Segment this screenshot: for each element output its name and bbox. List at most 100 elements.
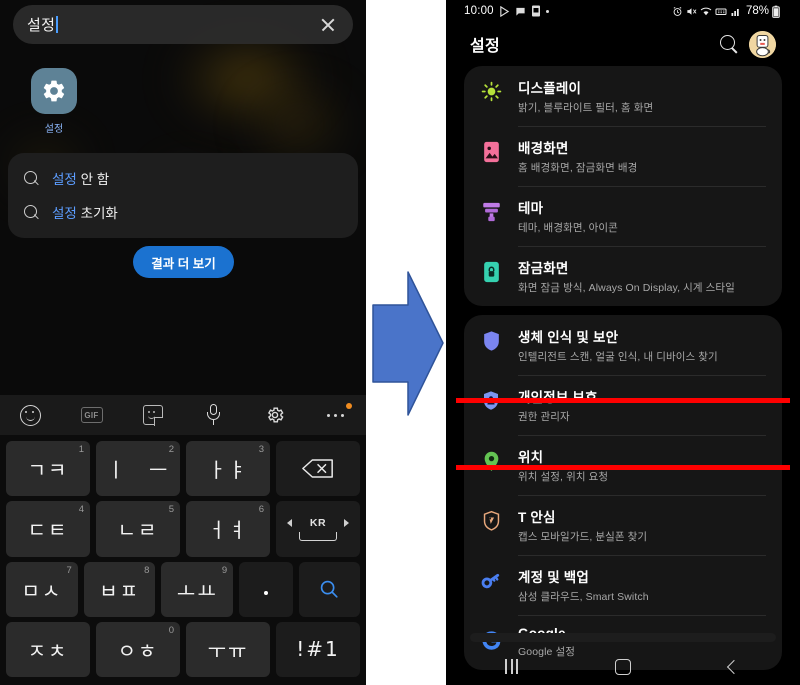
key-glyph: ㅈㅊ: [27, 638, 69, 663]
recent-apps-icon[interactable]: [456, 659, 567, 674]
sticker-icon[interactable]: [122, 395, 183, 435]
key-1[interactable]: 1 ㄱㅋ: [6, 441, 90, 497]
key-glyph: ㅜㅠ: [207, 638, 249, 663]
key-jc[interactable]: ㅈㅊ: [6, 621, 90, 677]
keyboard-search-key[interactable]: [299, 561, 360, 617]
list-item[interactable]: 생체 인식 및 보안 인텔리전트 스캔, 얼굴 인식, 내 디바이스 찾기: [464, 315, 782, 375]
key-7[interactable]: 7 ㅁㅅ: [6, 561, 78, 617]
list-item[interactable]: 잠금화면 화면 잠금 방식, Always On Display, 시계 스타일: [464, 246, 782, 306]
suggestion-item[interactable]: 설정 안 함: [8, 161, 358, 195]
list-item-text: 위치 위치 설정, 위치 요청: [518, 446, 782, 484]
gif-label: GIF: [80, 407, 103, 423]
network-icon: [715, 8, 727, 15]
key-number: 2: [168, 444, 174, 455]
backspace-key[interactable]: [276, 441, 360, 497]
search-icon: [321, 580, 339, 598]
list-item-text: 개인정보 보호 권한 관리자: [518, 386, 782, 424]
key-2[interactable]: 2 ㅣ ㅡ: [96, 441, 180, 497]
key-uyu[interactable]: ㅜㅠ: [186, 621, 270, 677]
language-label: KR: [309, 516, 327, 529]
suggestion-item[interactable]: 설정 초기화: [8, 195, 358, 229]
background-glow: [243, 84, 353, 164]
symbols-key[interactable]: !#1: [276, 621, 360, 677]
status-time: 10:00: [464, 5, 494, 17]
keyboard-row: 7 ㅁㅅ 8 ㅂㅍ 9 ㅗㅛ: [6, 561, 360, 617]
key-glyph: ㄷㅌ: [27, 518, 69, 543]
list-item-text: 테마 테마, 배경화면, 아이콘: [518, 197, 782, 235]
list-item[interactable]: 디스플레이 밝기, 블루라이트 필터, 홈 화면: [464, 66, 782, 126]
emoji-smile-icon[interactable]: [0, 395, 61, 435]
key-0[interactable]: 0 ㅇㅎ: [96, 621, 180, 677]
list-item-subtitle: 인텔리전트 스캔, 얼굴 인식, 내 디바이스 찾기: [518, 351, 718, 363]
search-icon: [24, 170, 39, 186]
privacy-shield-icon: [464, 386, 518, 411]
search-icon: [24, 204, 39, 220]
list-item-title: 잠금화면: [518, 261, 569, 276]
brightness-icon: [464, 77, 518, 102]
page-title: 설정: [470, 38, 501, 55]
key-glyph: ㅗㅛ: [176, 578, 218, 603]
battery-icon: [772, 5, 780, 18]
key-8[interactable]: 8 ㅂㅍ: [83, 561, 156, 617]
right-arrow: [372, 271, 444, 416]
more-options-icon[interactable]: [305, 395, 366, 435]
mute-icon: [687, 7, 697, 15]
suggestion-highlight: 설정: [52, 172, 77, 187]
notification-badge: [346, 403, 352, 409]
key-icon: [464, 566, 518, 590]
list-item-title: 계정 및 백업: [518, 570, 590, 585]
space-key[interactable]: KR: [276, 501, 360, 557]
list-item[interactable]: 계정 및 백업 삼성 클라우드, Smart Switch: [464, 555, 782, 615]
key-number: 3: [258, 444, 264, 455]
search-suggestions: 설정 안 함 설정 초기화: [8, 153, 358, 238]
back-icon[interactable]: [679, 659, 790, 674]
keyboard-toolbar: GIF: [0, 395, 366, 435]
more-results-button[interactable]: 결과 더 보기: [133, 246, 234, 278]
key-number: 6: [258, 504, 264, 516]
suggestion-text: 설정 초기화: [52, 202, 118, 222]
chevron-right-icon[interactable]: [344, 518, 350, 527]
list-item-title: T 안심: [518, 510, 556, 525]
key-9[interactable]: 9 ㅗㅛ: [161, 561, 234, 617]
period-key[interactable]: [239, 561, 293, 617]
list-item-subtitle: 위치 설정, 위치 요청: [518, 471, 609, 483]
list-item[interactable]: 테마 테마, 배경화면, 아이콘: [464, 186, 782, 246]
play-store-icon: [500, 5, 510, 17]
list-item-subtitle: 권한 관리자: [518, 411, 570, 423]
avatar[interactable]: [749, 30, 776, 58]
location-pin-icon: [464, 446, 518, 473]
list-item-subtitle: 밝기, 블루라이트 필터, 홈 화면: [518, 102, 654, 114]
list-item[interactable]: 개인정보 보호 권한 관리자: [464, 375, 782, 435]
gif-icon[interactable]: GIF: [61, 395, 122, 435]
left-panel-search-keyboard: 설정 설정 설정 안 함 설정 초기화 결과 더 보기 GIF 1 ㄱㅋ 2 ㅣ…: [0, 0, 366, 685]
suggestion-rest: 초기화: [76, 206, 118, 221]
list-item[interactable]: T 안심 캡스 모바일가드, 분실폰 찾기: [464, 495, 782, 555]
home-icon[interactable]: [567, 658, 678, 675]
list-item-subtitle: 테마, 배경화면, 아이콘: [518, 222, 618, 234]
list-item-text: 계정 및 백업 삼성 클라우드, Smart Switch: [518, 566, 782, 604]
signal-icon: [731, 8, 739, 16]
list-item-subtitle: 홈 배경화면, 잠금화면 배경: [518, 162, 638, 174]
close-icon[interactable]: [317, 14, 339, 36]
list-item-title: 위치: [518, 450, 544, 465]
suggestion-highlight: 설정: [52, 206, 77, 221]
gear-icon[interactable]: [244, 395, 305, 435]
microphone-icon[interactable]: [183, 395, 244, 435]
search-input-value[interactable]: 설정: [27, 14, 317, 35]
key-4[interactable]: 4 ㄷㅌ: [6, 501, 90, 557]
suggestion-text: 설정 안 함: [52, 168, 109, 188]
phone-screen: 10:00 78% 설정 디스플레이 밝기, 블루라이트 필터, 홈 화면 배경…: [456, 0, 790, 685]
search-bar[interactable]: 설정: [13, 5, 353, 44]
app-result-settings[interactable]: 설정: [22, 68, 86, 135]
key-3[interactable]: 3 ㅏㅑ: [186, 441, 270, 497]
chevron-left-icon[interactable]: [286, 518, 292, 527]
list-item-title: 테마: [518, 201, 544, 216]
battery-percent: 78%: [745, 5, 769, 17]
list-item[interactable]: 배경화면 홈 배경화면, 잠금화면 배경: [464, 126, 782, 186]
key-5[interactable]: 5 ㄴㄹ: [96, 501, 180, 557]
dot-icon: [545, 9, 549, 13]
search-icon[interactable]: [719, 34, 739, 54]
list-item-location[interactable]: 위치 위치 설정, 위치 요청: [464, 435, 782, 495]
list-item-title: 생체 인식 및 보안: [518, 330, 619, 345]
key-6[interactable]: 6 ㅓㅕ: [186, 501, 270, 557]
